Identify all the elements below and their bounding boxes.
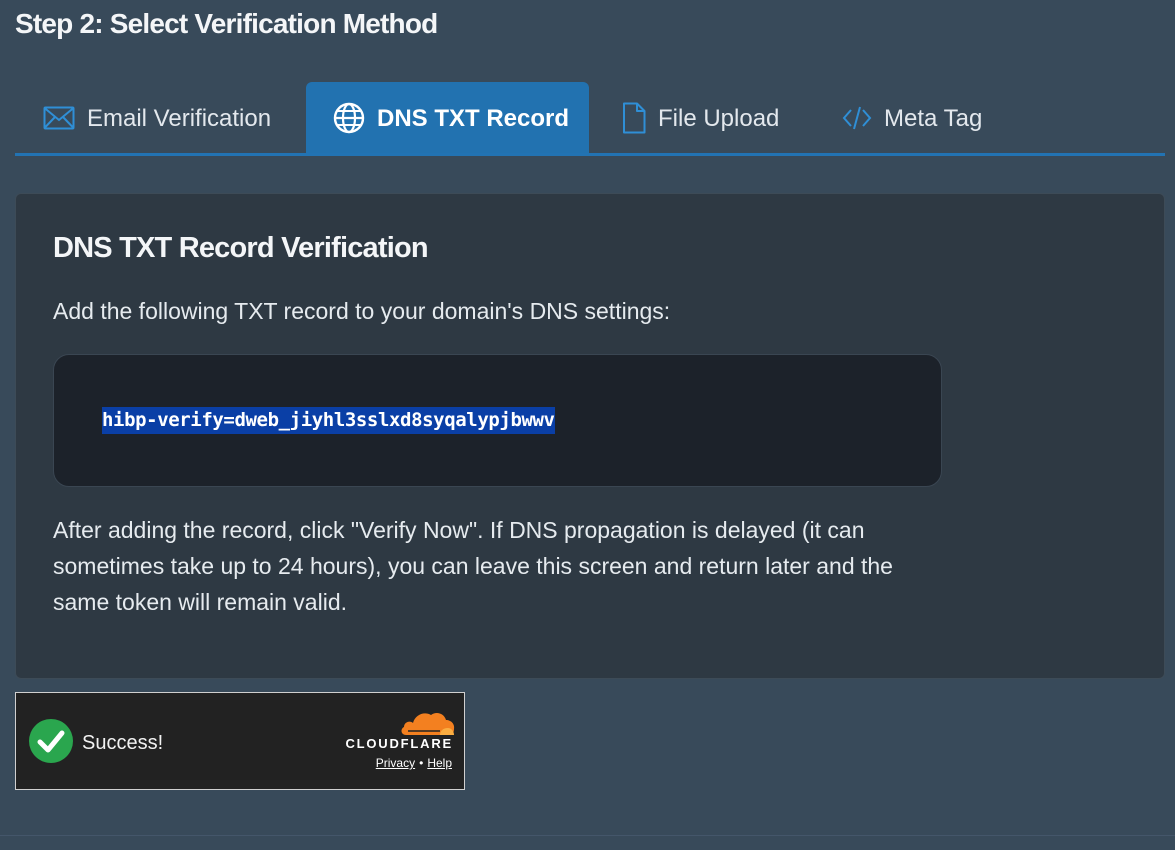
- tab-label: File Upload: [658, 105, 780, 132]
- envelope-icon: [43, 106, 75, 130]
- globe-icon: [333, 102, 365, 134]
- step-title: Step 2: Select Verification Method: [15, 8, 438, 39]
- captcha-status: Success!: [82, 732, 164, 754]
- help-link[interactable]: Help: [427, 756, 452, 770]
- dns-verification-panel: DNS TXT Record Verification Add the foll…: [15, 193, 1165, 679]
- file-icon: [622, 102, 646, 134]
- link-separator: •: [419, 756, 424, 770]
- panel-intro: Add the following TXT record to your dom…: [53, 298, 671, 324]
- success-check-icon: [28, 718, 74, 769]
- tab-label: Meta Tag: [884, 105, 983, 132]
- verification-method-tabs: Email Verification DNS TXT Record File U…: [15, 82, 1165, 154]
- tab-label: DNS TXT Record: [377, 105, 570, 132]
- tab-meta-tag[interactable]: Meta Tag: [810, 82, 1010, 154]
- tabs-underline: [15, 153, 1165, 156]
- tab-dns-txt-record[interactable]: DNS TXT Record: [306, 82, 589, 154]
- tab-file-upload[interactable]: File Upload: [589, 82, 810, 154]
- tab-label: Email Verification: [87, 105, 272, 132]
- panel-title: DNS TXT Record Verification: [53, 232, 429, 264]
- section-divider: [0, 835, 1175, 836]
- cloudflare-captcha-widget: Success! CLOUDFLARE Privacy • Help: [15, 692, 465, 790]
- panel-instructions: After adding the record, click "Verify N…: [53, 517, 893, 615]
- code-icon: [842, 105, 872, 131]
- txt-record-token[interactable]: hibp-verify=dweb_jiyhl3sslxd8syqalypjbww…: [102, 407, 555, 434]
- cloudflare-brand: CLOUDFLARE: [345, 736, 453, 751]
- captcha-links: Privacy • Help: [376, 756, 452, 770]
- tab-email-verification[interactable]: Email Verification: [15, 82, 306, 154]
- txt-record-box[interactable]: hibp-verify=dweb_jiyhl3sslxd8syqalypjbww…: [53, 354, 942, 487]
- privacy-link[interactable]: Privacy: [376, 756, 415, 770]
- verification-page: Step 2: Select Verification Method Email…: [0, 0, 1175, 850]
